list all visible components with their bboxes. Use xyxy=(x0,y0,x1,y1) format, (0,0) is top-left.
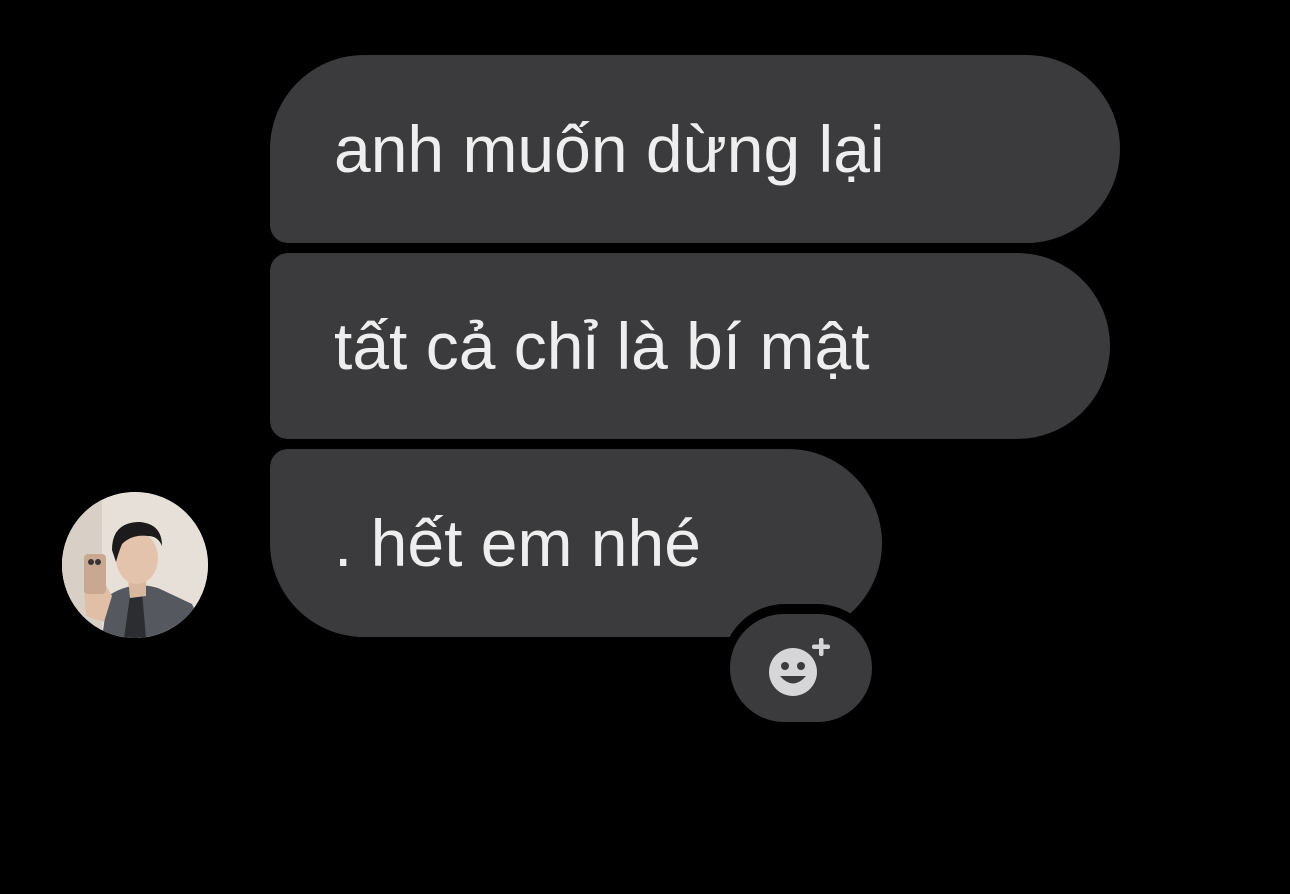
avatar-photo xyxy=(62,492,208,638)
add-reaction-button[interactable] xyxy=(730,614,872,722)
message-text: . hết em nhé xyxy=(334,506,701,580)
chat-thread: anh muốn dừng lại tất cả chỉ là bí mật .… xyxy=(0,0,1290,894)
reaction-button-ring xyxy=(722,604,880,730)
sender-avatar[interactable] xyxy=(62,492,208,638)
message-bubble[interactable]: tất cả chỉ là bí mật xyxy=(270,253,1110,439)
message-bubble[interactable]: anh muốn dừng lại xyxy=(270,55,1120,243)
add-reaction-smiley-icon xyxy=(769,638,830,696)
message-text: tất cả chỉ là bí mật xyxy=(334,309,870,383)
message-text: anh muốn dừng lại xyxy=(334,112,885,186)
